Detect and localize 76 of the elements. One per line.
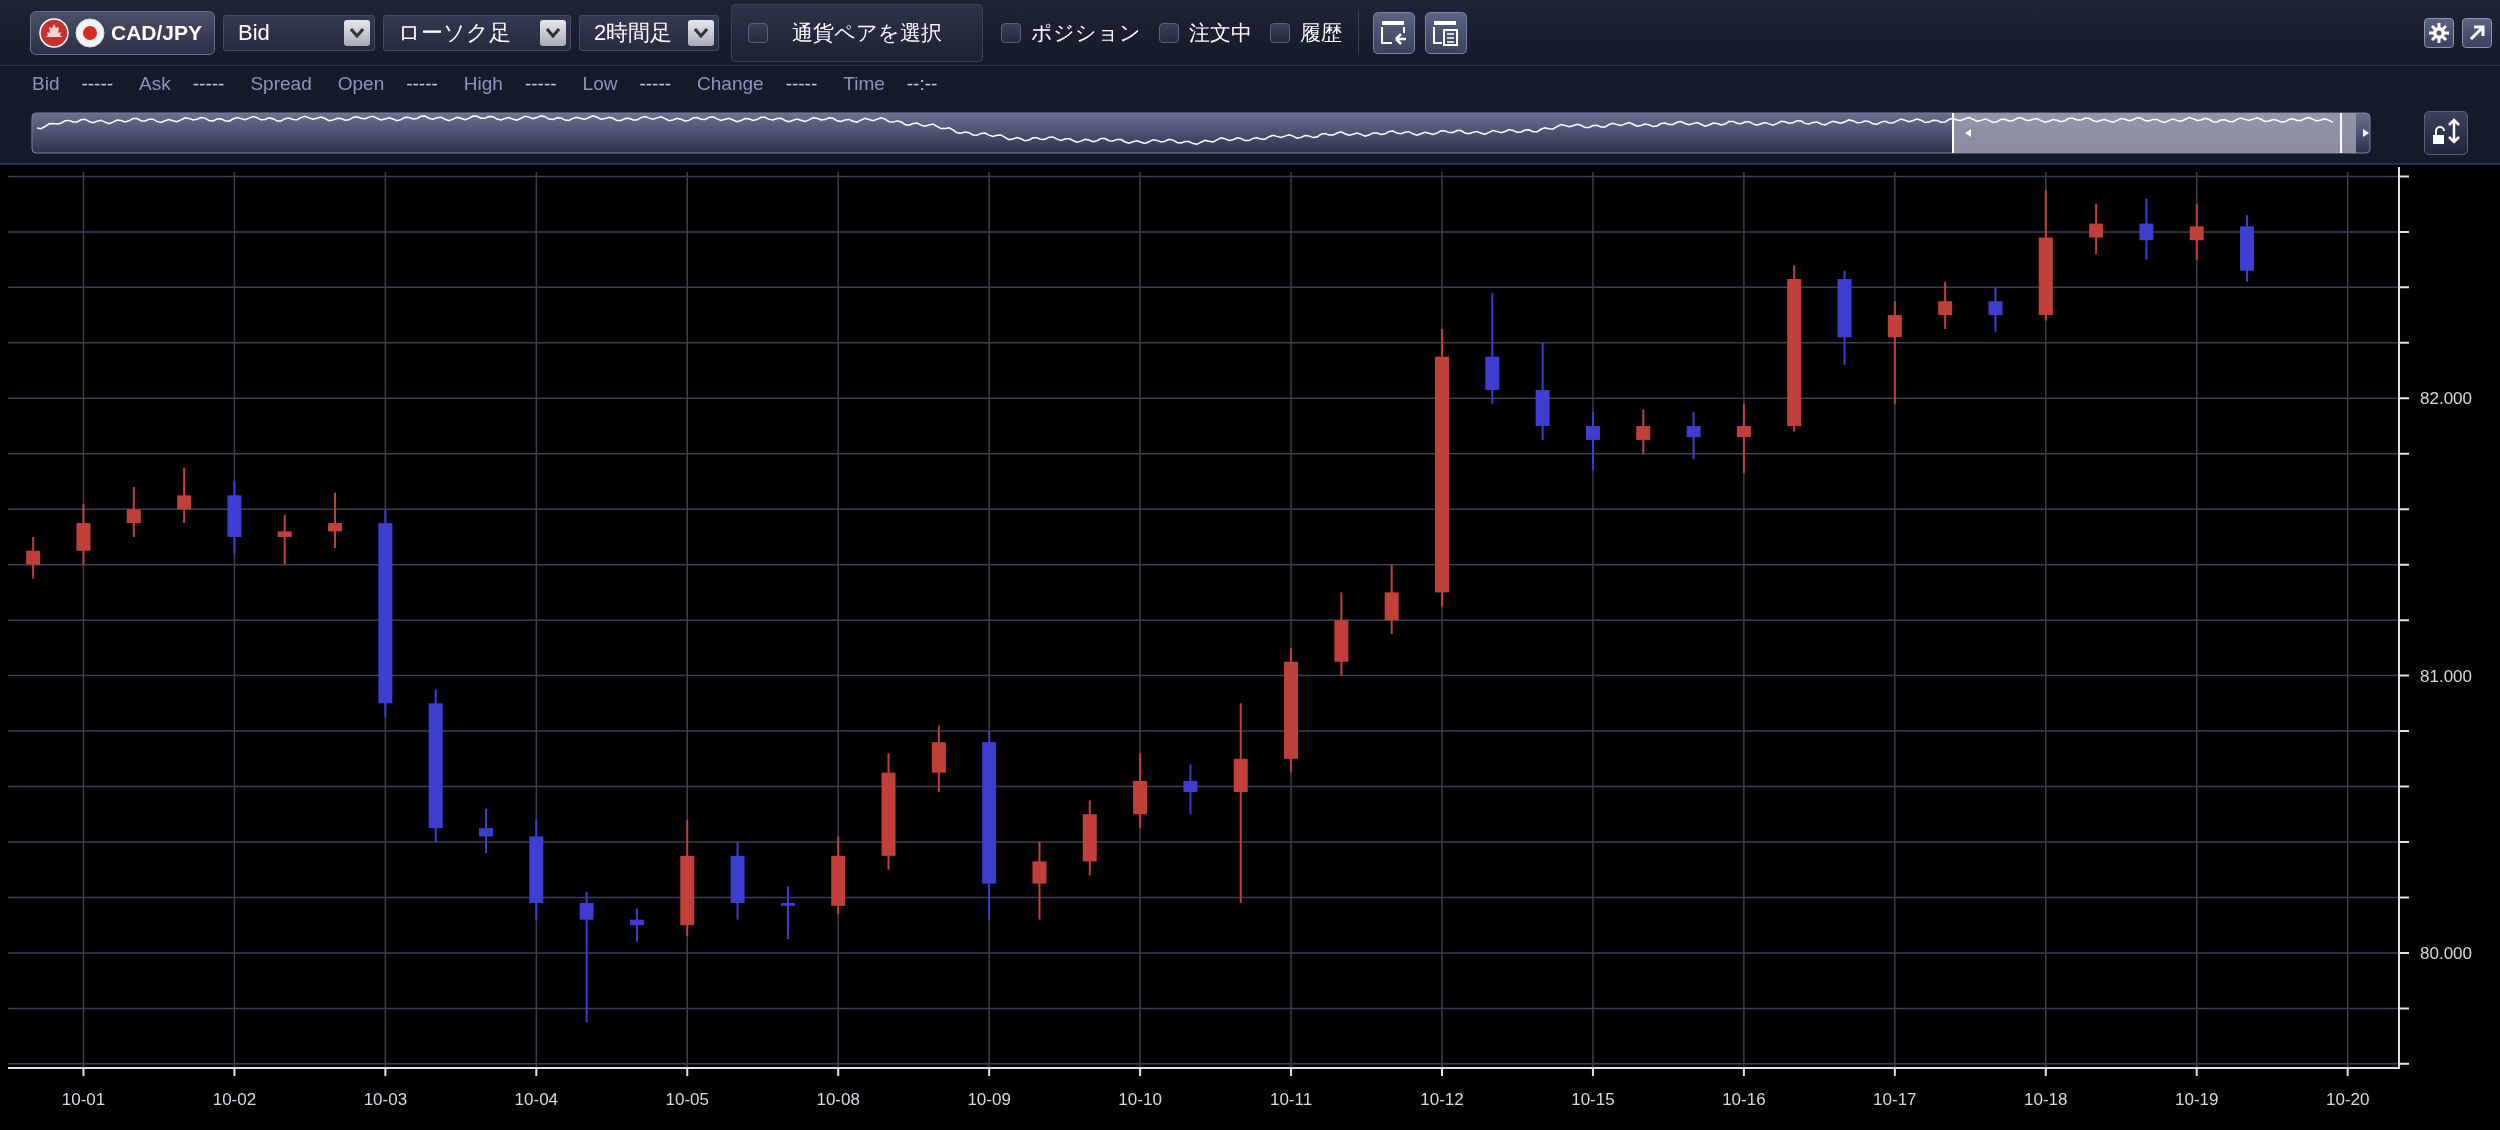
x-axis-label: 10-08: [816, 1090, 860, 1109]
checkbox[interactable]: [1270, 22, 1291, 43]
x-axis-label: 10-11: [1269, 1090, 1313, 1109]
quote-value: -----: [406, 73, 438, 95]
candlestick: [479, 807, 493, 855]
candlestick: [1384, 563, 1399, 635]
unlock-resize-icon[interactable]: [2424, 110, 2468, 155]
x-axis-label: 10-15: [1571, 1090, 1615, 1109]
candlestick: [1636, 408, 1651, 455]
candlestick: [2089, 203, 2104, 256]
checkbox[interactable]: [1001, 22, 1022, 43]
checkbox-label[interactable]: 履歴: [1300, 18, 1343, 47]
x-axis-label: 10-04: [514, 1090, 559, 1109]
quote-label: Change: [697, 73, 764, 95]
quote-value: -----: [524, 73, 557, 95]
dropdown[interactable]: Bid: [223, 14, 376, 51]
flag-icon: [75, 17, 105, 48]
candlestick: [2240, 214, 2255, 283]
quote-label: Low: [582, 73, 618, 95]
y-axis-label: 82.000: [2420, 389, 2472, 409]
x-axis-label: 10-05: [665, 1090, 709, 1109]
caret-icon: [344, 19, 371, 46]
checkbox-label[interactable]: ポジション: [1031, 18, 1142, 47]
quote-value: -----: [81, 73, 114, 95]
candlestick: [76, 502, 91, 566]
quote-label: Bid: [32, 73, 60, 95]
y-axis-label: 81.000: [2420, 666, 2472, 686]
dropdown[interactable]: 2時間足: [579, 14, 720, 51]
x-axis-label: 10-18: [2024, 1090, 2068, 1109]
quote-label: Open: [337, 73, 385, 95]
quote-label: High: [463, 73, 503, 95]
quote-value: --:--: [906, 73, 938, 95]
navigator-sparkline[interactable]: [31, 111, 2371, 154]
candlestick: [931, 724, 946, 794]
quote-label: Time: [843, 73, 885, 95]
x-axis-label: 10-16: [1722, 1090, 1766, 1109]
currency-pair-button[interactable]: CAD/JPY: [30, 10, 216, 55]
quote-label: Ask: [139, 73, 171, 95]
x-axis-label: 10-10: [1118, 1090, 1162, 1109]
x-axis-label: 10-20: [2325, 1090, 2370, 1109]
x-axis-label: 10-12: [1420, 1090, 1464, 1109]
candlestick: [328, 491, 343, 550]
checkbox[interactable]: [748, 22, 769, 43]
quote-value: -----: [785, 73, 818, 95]
candlestick: [26, 535, 41, 580]
candlestick: [2139, 197, 2154, 261]
caret-icon: [688, 19, 715, 46]
x-axis-label: 10-17: [1873, 1090, 1917, 1109]
quote-value: -----: [192, 73, 225, 95]
select-pair-button[interactable]: 通貨ペアを選択: [731, 3, 984, 62]
caret-icon: [540, 19, 567, 46]
candlestick: [1938, 280, 1953, 330]
candlestick: [629, 907, 644, 943]
x-axis-label: 10-02: [212, 1090, 257, 1109]
checkbox-label[interactable]: 注文中: [1189, 18, 1253, 47]
x-axis-label: 10-09: [967, 1090, 1011, 1109]
candlestick: [126, 486, 141, 538]
candlestick: [277, 513, 292, 566]
list-window-icon[interactable]: [1425, 11, 1468, 54]
x-axis-label: 10-03: [363, 1090, 408, 1109]
quote-label: Spread: [250, 73, 312, 95]
checkbox[interactable]: [1159, 22, 1180, 43]
candlestick: [177, 466, 192, 525]
candlestick: [780, 885, 795, 941]
y-axis-label: 80.000: [2420, 943, 2472, 963]
candlestick: [1585, 411, 1600, 472]
candlestick: [2189, 203, 2204, 261]
candlestick: [1686, 411, 1701, 461]
x-axis-label: 10-19: [2175, 1090, 2219, 1109]
flag-icon: [39, 17, 69, 48]
settings-icon[interactable]: [2424, 17, 2454, 48]
candlestick: [1988, 286, 2003, 333]
quote-value: -----: [639, 73, 672, 95]
candlestick: [1183, 763, 1198, 816]
x-axis-label: 10-01: [61, 1090, 106, 1109]
dropdown[interactable]: ローソク足: [383, 14, 572, 51]
